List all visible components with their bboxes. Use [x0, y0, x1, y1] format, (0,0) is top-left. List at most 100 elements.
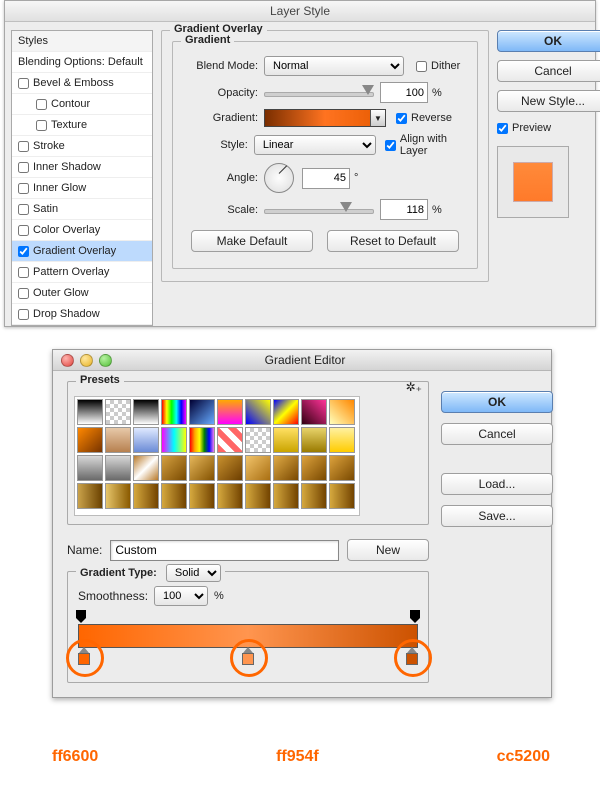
preset-thumb[interactable]	[245, 455, 271, 481]
sidebar-checkbox[interactable]	[36, 99, 47, 110]
cancel-button[interactable]: Cancel	[497, 60, 600, 82]
sidebar-item-pattern-overlay[interactable]: Pattern Overlay	[12, 262, 152, 283]
gradient-swatch[interactable]: ▼	[264, 109, 386, 127]
preset-thumb[interactable]	[189, 427, 215, 453]
sidebar-item-gradient-overlay[interactable]: Gradient Overlay	[12, 241, 152, 262]
reverse-checkbox[interactable]	[396, 113, 407, 124]
ok-button[interactable]: OK	[497, 30, 600, 52]
preset-thumb[interactable]	[329, 455, 355, 481]
sidebar-checkbox[interactable]	[18, 183, 29, 194]
sidebar-checkbox[interactable]	[18, 246, 29, 257]
preset-thumb[interactable]	[217, 427, 243, 453]
preset-thumb[interactable]	[133, 399, 159, 425]
preset-thumb[interactable]	[245, 483, 271, 509]
sidebar-item-inner-glow[interactable]: Inner Glow	[12, 178, 152, 199]
preset-thumb[interactable]	[301, 483, 327, 509]
preset-thumb[interactable]	[77, 399, 103, 425]
angle-input[interactable]	[302, 168, 350, 189]
preset-thumb[interactable]	[217, 455, 243, 481]
blend-mode-select[interactable]: Normal	[264, 56, 404, 76]
preset-thumb[interactable]	[301, 455, 327, 481]
make-default-button[interactable]: Make Default	[191, 230, 313, 252]
preset-thumb[interactable]	[161, 483, 187, 509]
sidebar-item-outer-glow[interactable]: Outer Glow	[12, 283, 152, 304]
name-input[interactable]	[110, 540, 339, 561]
preset-thumb[interactable]	[77, 455, 103, 481]
gradient-type-select[interactable]: Solid	[166, 564, 221, 582]
preset-thumb[interactable]	[105, 399, 131, 425]
preset-thumb[interactable]	[301, 427, 327, 453]
sidebar-header[interactable]: Styles	[12, 31, 152, 52]
load-button[interactable]: Load...	[441, 473, 553, 495]
scale-slider[interactable]	[264, 203, 374, 217]
preset-thumb[interactable]	[105, 427, 131, 453]
sidebar-item-inner-shadow[interactable]: Inner Shadow	[12, 157, 152, 178]
zoom-icon[interactable]	[99, 354, 112, 367]
sidebar-item-drop-shadow[interactable]: Drop Shadow	[12, 304, 152, 325]
sidebar-item-contour[interactable]: Contour	[12, 94, 152, 115]
preset-thumb[interactable]	[105, 455, 131, 481]
gear-icon[interactable]: ✲₊	[406, 380, 422, 394]
ok-button[interactable]: OK	[441, 391, 553, 413]
dither-checkbox[interactable]	[416, 61, 427, 72]
preset-thumb[interactable]	[273, 455, 299, 481]
sidebar-blending-options[interactable]: Blending Options: Default	[12, 52, 152, 73]
preset-thumb[interactable]	[189, 483, 215, 509]
preset-thumb[interactable]	[245, 399, 271, 425]
sidebar-checkbox[interactable]	[18, 162, 29, 173]
minimize-icon[interactable]	[80, 354, 93, 367]
preset-thumb[interactable]	[133, 455, 159, 481]
sidebar-checkbox[interactable]	[18, 309, 29, 320]
sidebar-checkbox[interactable]	[18, 141, 29, 152]
sidebar-item-stroke[interactable]: Stroke	[12, 136, 152, 157]
opacity-slider[interactable]	[264, 86, 374, 100]
preset-thumb[interactable]	[329, 483, 355, 509]
sidebar-item-color-overlay[interactable]: Color Overlay	[12, 220, 152, 241]
align-checkbox[interactable]	[385, 140, 396, 151]
preset-thumb[interactable]	[161, 399, 187, 425]
sidebar-checkbox[interactable]	[18, 204, 29, 215]
sidebar-item-texture[interactable]: Texture	[12, 115, 152, 136]
gradient-bar[interactable]	[78, 614, 418, 666]
opacity-input[interactable]	[380, 82, 428, 103]
chevron-down-icon[interactable]: ▼	[370, 110, 385, 126]
preset-thumb[interactable]	[301, 399, 327, 425]
close-icon[interactable]	[61, 354, 74, 367]
smoothness-input[interactable]: 100	[154, 586, 208, 606]
sidebar-checkbox[interactable]	[18, 267, 29, 278]
preset-thumb[interactable]	[161, 427, 187, 453]
preset-thumb[interactable]	[105, 483, 131, 509]
preset-thumb[interactable]	[189, 455, 215, 481]
scale-input[interactable]	[380, 199, 428, 220]
preset-thumb[interactable]	[133, 427, 159, 453]
sidebar-checkbox[interactable]	[18, 78, 29, 89]
preset-thumb[interactable]	[77, 483, 103, 509]
preset-thumb[interactable]	[329, 399, 355, 425]
sidebar-checkbox[interactable]	[36, 120, 47, 131]
sidebar-item-satin[interactable]: Satin	[12, 199, 152, 220]
preset-thumb[interactable]	[245, 427, 271, 453]
angle-dial[interactable]	[264, 163, 294, 193]
preset-thumb[interactable]	[273, 483, 299, 509]
preview-toggle[interactable]: Preview	[497, 122, 589, 134]
new-style-button[interactable]: New Style...	[497, 90, 600, 112]
preset-thumb[interactable]	[273, 399, 299, 425]
sidebar-checkbox[interactable]	[18, 288, 29, 299]
save-button[interactable]: Save...	[441, 505, 553, 527]
new-button[interactable]: New	[347, 539, 429, 561]
preset-thumb[interactable]	[217, 483, 243, 509]
preset-thumb[interactable]	[133, 483, 159, 509]
sidebar-item-bevel-emboss[interactable]: Bevel & Emboss	[12, 73, 152, 94]
preset-thumb[interactable]	[77, 427, 103, 453]
preset-thumb[interactable]	[189, 399, 215, 425]
preset-thumb[interactable]	[217, 399, 243, 425]
preset-thumb[interactable]	[329, 427, 355, 453]
sidebar-checkbox[interactable]	[18, 225, 29, 236]
preset-thumb[interactable]	[161, 455, 187, 481]
preview-checkbox[interactable]	[497, 123, 508, 134]
reset-default-button[interactable]: Reset to Default	[327, 230, 459, 252]
style-select[interactable]: Linear	[254, 135, 376, 155]
cancel-button[interactable]: Cancel	[441, 423, 553, 445]
preset-grid[interactable]	[74, 396, 360, 516]
preset-thumb[interactable]	[273, 427, 299, 453]
